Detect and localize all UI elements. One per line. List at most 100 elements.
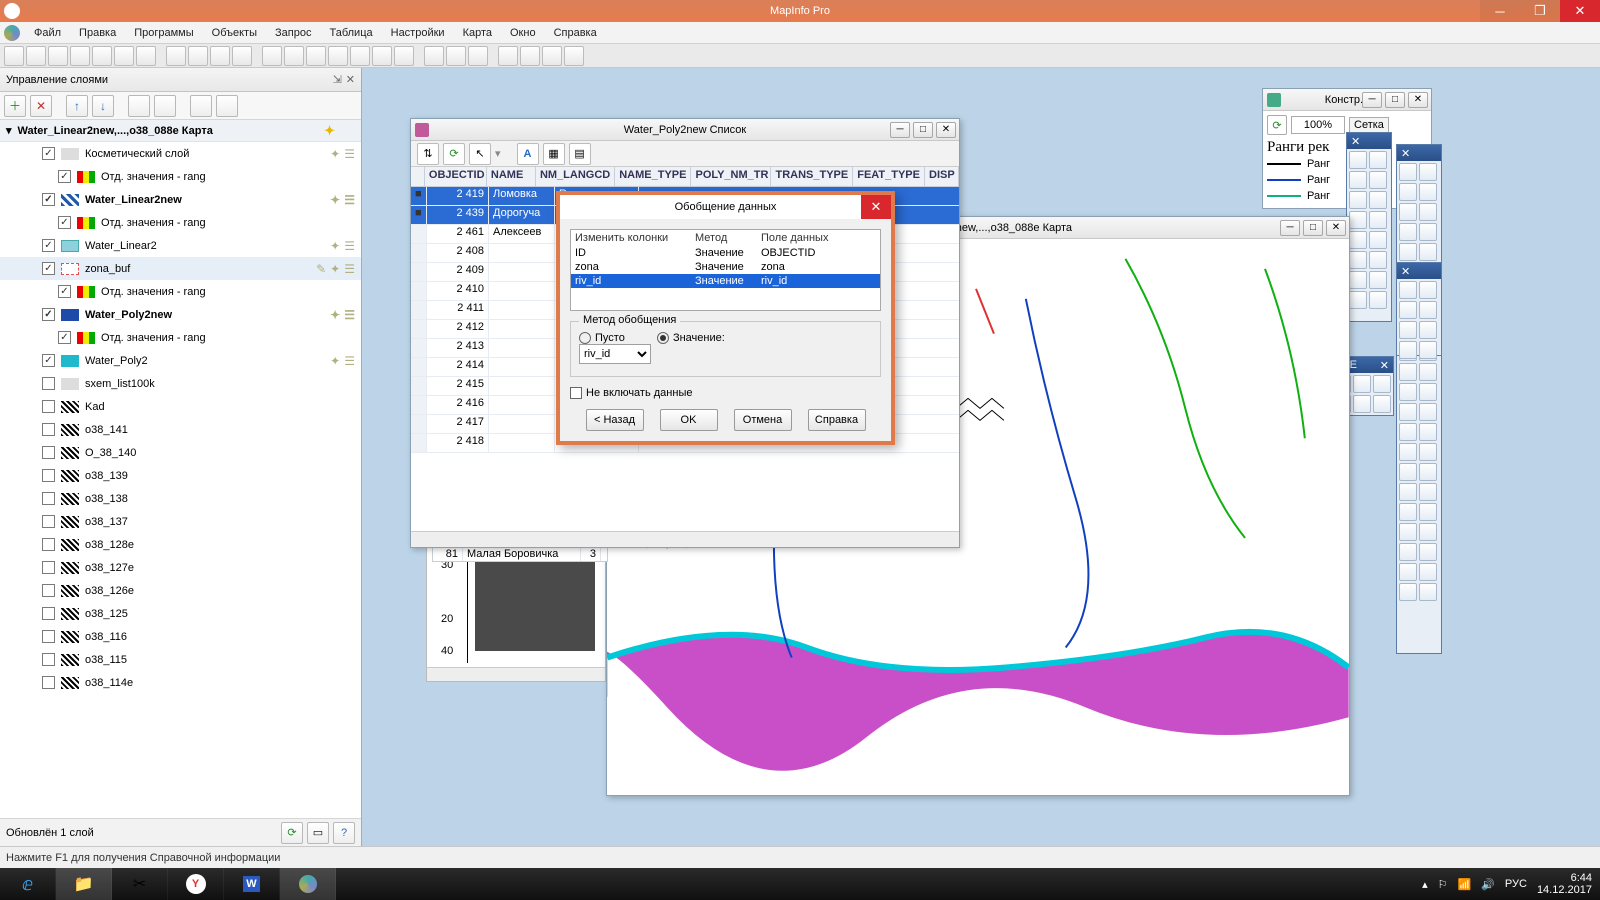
draw-ellipse[interactable] — [1369, 191, 1387, 209]
task-yandex[interactable]: Y — [168, 868, 224, 900]
browse-close[interactable]: ✕ — [936, 122, 956, 138]
tray-sound-icon[interactable]: 🔊 — [1481, 878, 1495, 891]
cye-2[interactable] — [1353, 375, 1371, 393]
sp-3[interactable] — [1399, 301, 1417, 319]
menu-window[interactable]: Окно — [502, 25, 544, 41]
layer-row[interactable]: o38_127e — [0, 556, 361, 579]
tool-button[interactable] — [1419, 183, 1437, 201]
remove-layer-button[interactable]: ✕ — [30, 95, 52, 117]
tray-up-icon[interactable]: ▴ — [1422, 878, 1428, 891]
radio-empty[interactable]: Пусто — [579, 332, 625, 344]
help-button[interactable]: Справка — [808, 409, 866, 431]
refresh-button[interactable]: ⟳ — [443, 143, 465, 165]
tool-button[interactable] — [1399, 163, 1417, 181]
tb-newlayout[interactable] — [306, 46, 326, 66]
tool-button[interactable] — [1399, 583, 1417, 601]
layer-row[interactable]: Отд. значения - rang — [0, 326, 361, 349]
main-palette[interactable]: ✕ — [1396, 144, 1442, 654]
tb-paste[interactable] — [210, 46, 230, 66]
tool-button[interactable] — [1419, 463, 1437, 481]
tool-button[interactable] — [1419, 503, 1437, 521]
layer-checkbox[interactable] — [42, 400, 55, 413]
layer-checkbox[interactable] — [42, 423, 55, 436]
layer-checkbox[interactable] — [42, 446, 55, 459]
draw-linestyle[interactable] — [1349, 291, 1367, 309]
tb-extra5[interactable] — [520, 46, 540, 66]
sp-6[interactable] — [1419, 321, 1437, 339]
tool-button[interactable] — [1419, 423, 1437, 441]
layer-row[interactable]: Отд. значения - rang — [0, 280, 361, 303]
map-max[interactable]: □ — [1303, 220, 1323, 236]
tb-extra6[interactable] — [542, 46, 562, 66]
tb-db[interactable] — [70, 46, 90, 66]
tb-copy[interactable] — [188, 46, 208, 66]
col-langcd[interactable]: NM_LANGCD — [536, 167, 615, 186]
layer-row[interactable]: Отд. значения - rang — [0, 165, 361, 188]
star-icon[interactable]: ✦ — [330, 147, 340, 161]
tb-extra4[interactable] — [498, 46, 518, 66]
palette-close-icon[interactable]: ✕ — [1401, 147, 1410, 160]
layer-row[interactable]: o38_114e — [0, 671, 361, 694]
layer-checkbox[interactable] — [42, 308, 55, 321]
cye-3[interactable] — [1373, 375, 1391, 393]
tb-open[interactable] — [26, 46, 46, 66]
sub-palette[interactable]: ✕ — [1396, 262, 1442, 356]
tool-button[interactable] — [1419, 483, 1437, 501]
layer-row[interactable]: zona_buf✎✦☰ — [0, 257, 361, 280]
layer-checkbox[interactable] — [42, 538, 55, 551]
browse-hscroll[interactable] — [411, 531, 959, 547]
menu-help[interactable]: Справка — [546, 25, 605, 41]
window-minimize[interactable]: ─ — [1480, 0, 1520, 22]
layer-checkbox[interactable] — [42, 377, 55, 390]
back-button[interactable]: < Назад — [586, 409, 644, 431]
tb-save[interactable] — [92, 46, 112, 66]
tool-button[interactable] — [1399, 543, 1417, 561]
layer-checkbox[interactable] — [42, 653, 55, 666]
tb-print[interactable] — [136, 46, 156, 66]
layer-tool-2[interactable] — [154, 95, 176, 117]
draw-symbol[interactable] — [1349, 251, 1367, 269]
label-icon[interactable]: ☰ — [344, 193, 355, 207]
tool-button[interactable] — [1419, 203, 1437, 221]
sp-8[interactable] — [1419, 341, 1437, 359]
layer-tool-3[interactable] — [190, 95, 212, 117]
tool-button[interactable] — [1399, 383, 1417, 401]
cye-5[interactable] — [1353, 395, 1371, 413]
tool-button[interactable] — [1399, 463, 1417, 481]
move-down-button[interactable]: ↓ — [92, 95, 114, 117]
draw-arc[interactable] — [1369, 171, 1387, 189]
layer-row[interactable]: Отд. значения - rang — [0, 211, 361, 234]
tb-redistrict[interactable] — [372, 46, 392, 66]
menu-map[interactable]: Карта — [455, 25, 500, 41]
add-column-button[interactable]: ▦ — [543, 143, 565, 165]
layer-checkbox[interactable] — [42, 147, 55, 160]
browse-last-row[interactable]: 81 Малая Боровичка 3 — [432, 546, 608, 562]
star-icon[interactable]: ✦ — [330, 308, 340, 322]
tb-cut[interactable] — [166, 46, 186, 66]
column-list[interactable]: Изменить колонки Метод Поле данных IDЗна… — [570, 229, 881, 311]
tool-button[interactable] — [1419, 223, 1437, 241]
tool-button[interactable] — [1399, 363, 1417, 381]
layer-row[interactable]: o38_138 — [0, 487, 361, 510]
layer-tool-4[interactable] — [216, 95, 238, 117]
tool-button[interactable] — [1399, 423, 1417, 441]
designer-max[interactable]: □ — [1385, 92, 1405, 108]
task-explorer[interactable]: 📁 — [56, 868, 112, 900]
move-up-button[interactable]: ↑ — [66, 95, 88, 117]
browse-window-title[interactable]: Water_Poly2new Список ─ □ ✕ — [411, 119, 959, 141]
window-restore[interactable]: ❐ — [1520, 0, 1560, 22]
sp-4[interactable] — [1419, 301, 1437, 319]
sort-button[interactable]: ⇅ — [417, 143, 439, 165]
zoom-input[interactable] — [1291, 116, 1345, 134]
footer-props-button[interactable]: ▭ — [307, 822, 329, 844]
layer-checkbox[interactable] — [42, 607, 55, 620]
tb-extra7[interactable] — [564, 46, 584, 66]
tb-save-ws[interactable] — [114, 46, 134, 66]
layer-checkbox[interactable] — [58, 216, 71, 229]
col-name[interactable]: NAME — [487, 167, 536, 186]
tool-button[interactable] — [1399, 523, 1417, 541]
browse-min[interactable]: ─ — [890, 122, 910, 138]
draw-poly[interactable] — [1349, 191, 1367, 209]
layer-row[interactable]: o38_125 — [0, 602, 361, 625]
footer-refresh-button[interactable]: ⟳ — [281, 822, 303, 844]
